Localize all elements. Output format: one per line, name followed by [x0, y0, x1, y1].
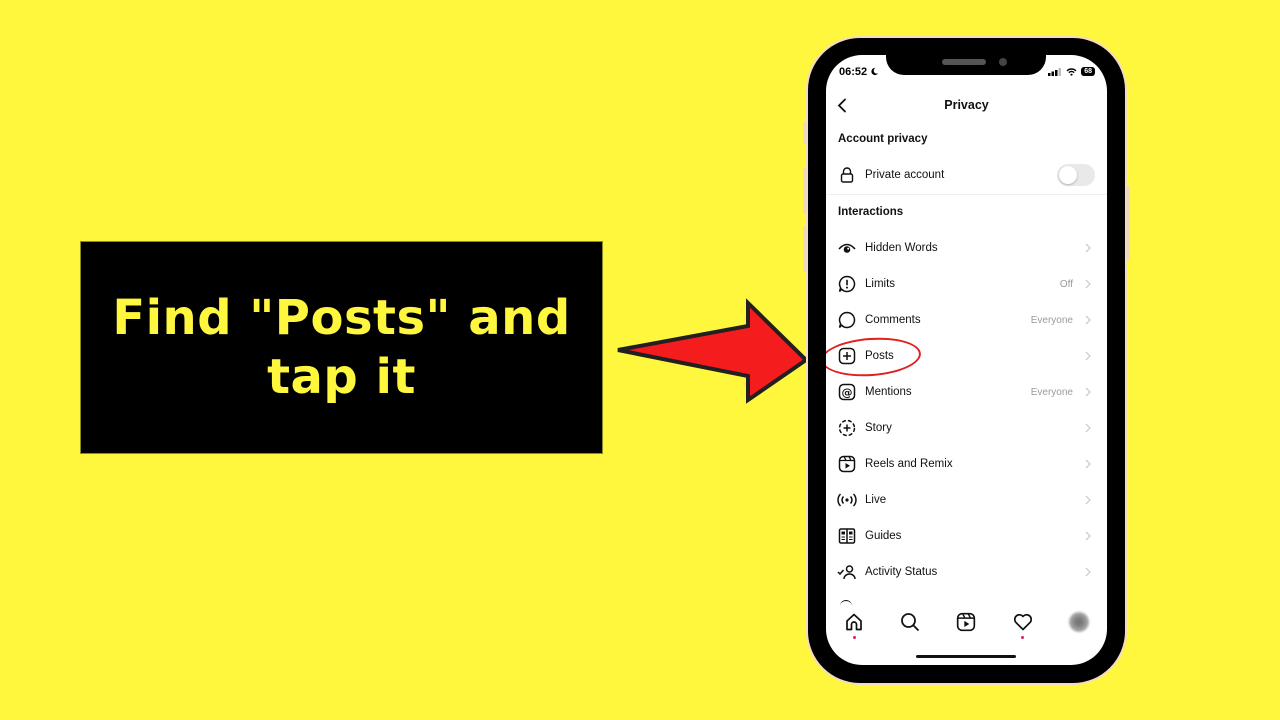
cellular-signal-icon [1048, 67, 1062, 76]
at-icon: @ [837, 382, 857, 402]
chevron-right-icon [1083, 279, 1093, 289]
private-account-toggle[interactable] [1057, 164, 1095, 186]
chevron-right-icon [1083, 387, 1093, 397]
instruction-callout: Find "Posts" and tap it [80, 241, 603, 454]
section-divider [826, 194, 1107, 195]
menu-item-value: Off [1059, 278, 1073, 290]
front-camera [999, 58, 1007, 66]
toggle-knob [1059, 166, 1077, 184]
menu-item-label: Comments [865, 314, 921, 326]
eye-icon [837, 238, 857, 258]
phone-frame: 06:52 68 Privacy Account privacy Private… [803, 38, 1130, 683]
menu-item-mentions[interactable]: @ Mentions Everyone [826, 374, 1107, 410]
bottom-tab-bar [826, 607, 1107, 639]
menu-item-label: Limits [865, 278, 896, 290]
pointer-arrow-icon [617, 298, 810, 404]
reels-icon [957, 612, 976, 632]
notification-dot [852, 636, 856, 639]
avatar [1068, 612, 1089, 632]
menu-item-value: Everyone [1030, 386, 1073, 398]
menu-item-label: Reels and Remix [865, 458, 953, 470]
chevron-right-icon [1083, 567, 1093, 577]
chevron-right-icon [1083, 315, 1093, 325]
phone-power-button [1126, 186, 1130, 260]
tab-activity[interactable] [1011, 610, 1035, 639]
menu-item-limits[interactable]: Limits Off [826, 266, 1107, 302]
heart-icon [1013, 613, 1032, 631]
phone-screen: 06:52 68 Privacy Account privacy Private… [826, 55, 1107, 665]
lock-icon [837, 165, 857, 185]
tab-home[interactable] [842, 610, 866, 639]
chevron-right-icon [1083, 243, 1093, 253]
page-title: Privacy [944, 98, 989, 112]
live-icon [837, 490, 857, 510]
phone-volume-down [803, 226, 807, 272]
story-plus-icon [837, 418, 857, 438]
comment-icon [837, 310, 857, 330]
nav-header: Privacy [826, 95, 1107, 117]
chevron-right-icon [1083, 423, 1093, 433]
search-icon [901, 613, 920, 631]
moon-icon [871, 67, 879, 76]
status-time-text: 06:52 [839, 66, 868, 78]
activity-status-icon [837, 562, 857, 582]
menu-item-reels-and-remix[interactable]: Reels and Remix [826, 446, 1107, 482]
status-time: 06:52 [839, 66, 879, 78]
menu-item-hidden-words[interactable]: Hidden Words [826, 230, 1107, 266]
menu-item-value: Everyone [1030, 314, 1073, 326]
chevron-right-icon [1083, 531, 1093, 541]
home-icon [846, 613, 862, 631]
menu-item-label: Guides [865, 530, 902, 542]
phone-notch [886, 55, 1046, 75]
tab-search[interactable] [898, 610, 922, 634]
chevron-right-icon [1083, 495, 1093, 505]
menu-item-activity-status[interactable]: Activity Status [826, 554, 1107, 590]
menu-item-label: Mentions [865, 386, 912, 398]
speaker-grille [942, 59, 986, 65]
notification-dot [1021, 636, 1025, 639]
menu-item-live[interactable]: Live [826, 482, 1107, 518]
arrow-shape [617, 298, 810, 404]
section-title-account-privacy: Account privacy [838, 133, 928, 145]
menu-item-label: Story [865, 422, 892, 434]
reels-icon [837, 454, 857, 474]
battery-indicator: 68 [1081, 67, 1095, 76]
phone-mute-switch [803, 122, 807, 144]
menu-item-guides[interactable]: Guides [826, 518, 1107, 554]
limits-icon [837, 274, 857, 294]
partially-hidden-row-icon [840, 600, 852, 607]
instruction-text: Find "Posts" and tap it [112, 289, 571, 405]
chevron-right-icon [1083, 351, 1093, 361]
menu-item-comments[interactable]: Comments Everyone [826, 302, 1107, 338]
guides-icon [837, 526, 857, 546]
section-title-interactions: Interactions [838, 206, 904, 218]
chevron-right-icon [1083, 459, 1093, 469]
status-indicators: 68 [1048, 67, 1095, 76]
tab-profile[interactable] [1067, 610, 1091, 634]
phone-volume-up [803, 168, 807, 214]
home-indicator[interactable] [916, 655, 1016, 658]
menu-item-label: Activity Status [865, 566, 938, 578]
menu-item-label: Hidden Words [865, 242, 938, 254]
wifi-icon [1066, 67, 1077, 76]
tab-reels[interactable] [954, 610, 978, 634]
menu-item-story[interactable]: Story [826, 410, 1107, 446]
menu-item-label: Live [865, 494, 887, 506]
svg-text:@: @ [842, 386, 853, 399]
